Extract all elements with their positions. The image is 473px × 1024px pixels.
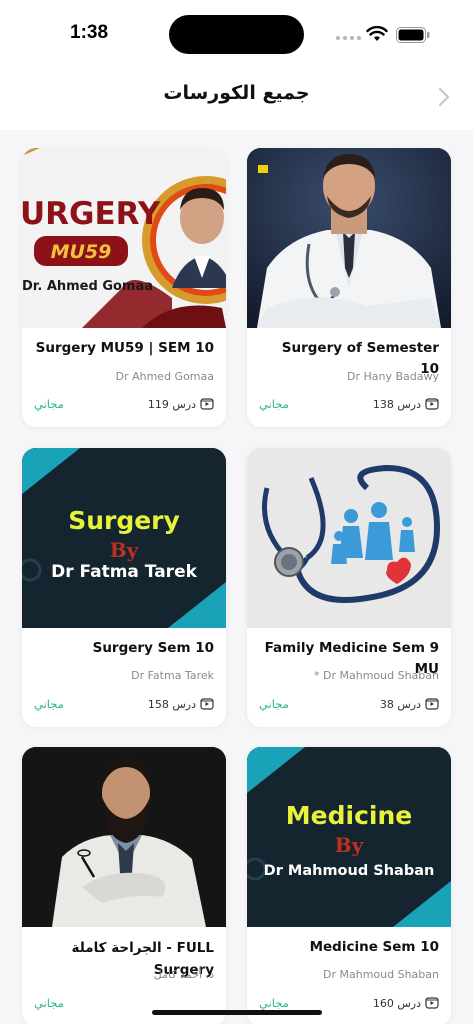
lessons-text: 160 درس bbox=[372, 996, 421, 1010]
course-thumbnail: Surgery By Dr Fatma Tarek bbox=[22, 448, 226, 628]
course-instructor: Dr Ahmed Gomaa bbox=[115, 370, 214, 383]
course-instructor: د. أحمد كامل bbox=[153, 968, 214, 981]
video-lesson-icon bbox=[425, 698, 439, 710]
page-title: جميع الكورسات bbox=[163, 82, 310, 104]
price-label: مجاني bbox=[34, 697, 64, 711]
thumbnail-name: Dr Fatma Tarek bbox=[51, 562, 197, 582]
dynamic-island bbox=[169, 15, 304, 54]
thumbnail-headline: Medicine bbox=[285, 801, 413, 830]
course-banner-graphic bbox=[22, 148, 226, 328]
price-label: مجاني bbox=[259, 697, 289, 711]
lessons-text: 138 درس bbox=[372, 397, 421, 411]
back-chevron-icon[interactable] bbox=[437, 86, 451, 108]
thumbnail-badge: MU59 bbox=[50, 241, 112, 263]
course-meta: مجاني 38 درس bbox=[259, 697, 439, 713]
thumbnail-name: Dr Mahmoud Shaban bbox=[263, 863, 435, 879]
price-label: مجاني bbox=[259, 397, 289, 411]
course-meta: مجاني 119 درس bbox=[34, 397, 214, 413]
home-indicator bbox=[152, 1010, 322, 1015]
video-lesson-icon bbox=[425, 398, 439, 410]
course-meta: مجاني 138 درس bbox=[259, 397, 439, 413]
battery-icon bbox=[396, 27, 430, 43]
course-title: Surgery MU59 | SEM 10 bbox=[35, 340, 214, 356]
lessons-count: 38 درس bbox=[380, 697, 439, 711]
lessons-text: 38 درس bbox=[379, 697, 421, 711]
lessons-text: 158 درس bbox=[147, 697, 196, 711]
status-bar: 1:38 bbox=[0, 0, 473, 68]
course-title: Medicine Sem 10 bbox=[309, 939, 439, 955]
price-label: مجاني bbox=[259, 996, 289, 1010]
course-title: Surgery Sem 10 bbox=[92, 640, 214, 656]
wifi-icon bbox=[366, 26, 388, 41]
course-card[interactable]: Surgery By Dr Fatma Tarek Surgery Sem 10… bbox=[22, 448, 226, 727]
course-thumbnail bbox=[247, 148, 451, 328]
lessons-count: 138 درس bbox=[373, 397, 439, 411]
doctor-photo-icon bbox=[247, 148, 451, 328]
course-thumbnail: Medicine By Dr Mahmoud Shaban bbox=[247, 747, 451, 927]
course-thumbnail bbox=[22, 747, 226, 927]
video-lesson-icon bbox=[425, 997, 439, 1009]
price-label: مجاني bbox=[34, 397, 64, 411]
header: جميع الكورسات bbox=[0, 68, 473, 130]
price-label: مجاني bbox=[34, 996, 64, 1010]
cellular-signal-icon bbox=[336, 36, 361, 40]
status-time: 1:38 bbox=[70, 22, 109, 43]
stethoscope-icon bbox=[247, 448, 451, 628]
thumbnail-name: Dr. Ahmed Gomaa bbox=[22, 279, 154, 294]
doctor-photo-icon bbox=[22, 747, 226, 927]
course-thumbnail: URGERY MU59 Dr. Ahmed Gomaa bbox=[22, 148, 226, 328]
thumbnail-headline: Surgery bbox=[68, 506, 180, 535]
course-card[interactable]: Medicine By Dr Mahmoud Shaban Medicine S… bbox=[247, 747, 451, 1024]
course-instructor: Dr Hany Badawy bbox=[347, 370, 439, 383]
course-card[interactable]: URGERY MU59 Dr. Ahmed Gomaa Surgery MU59… bbox=[22, 148, 226, 427]
course-instructor: Dr Fatma Tarek bbox=[131, 669, 214, 682]
course-card[interactable]: الجراحة كاملة - FULL Surgery د. أحمد كام… bbox=[22, 747, 226, 1024]
thumbnail-by: By bbox=[109, 538, 139, 562]
lessons-count: 119 درس bbox=[148, 397, 214, 411]
video-lesson-icon bbox=[200, 398, 214, 410]
lessons-count: 160 درس bbox=[373, 996, 439, 1010]
course-thumbnail bbox=[247, 448, 451, 628]
course-grid: Surgery of Semester 10 Dr Hany Badawy مج… bbox=[0, 130, 473, 1024]
thumbnail-by: By bbox=[334, 833, 364, 857]
lessons-text: 119 درس bbox=[147, 397, 196, 411]
course-card[interactable]: Family Medicine Sem 9 MU * Dr Mahmoud Sh… bbox=[247, 448, 451, 727]
course-instructor: * Dr Mahmoud Shaban bbox=[314, 669, 439, 682]
video-lesson-icon bbox=[200, 698, 214, 710]
thumbnail-headline: URGERY bbox=[22, 196, 161, 232]
course-meta: مجاني 158 درس bbox=[34, 697, 214, 713]
course-card[interactable]: Surgery of Semester 10 Dr Hany Badawy مج… bbox=[247, 148, 451, 427]
course-instructor: Dr Mahmoud Shaban bbox=[323, 968, 439, 981]
lessons-count: 158 درس bbox=[148, 697, 214, 711]
